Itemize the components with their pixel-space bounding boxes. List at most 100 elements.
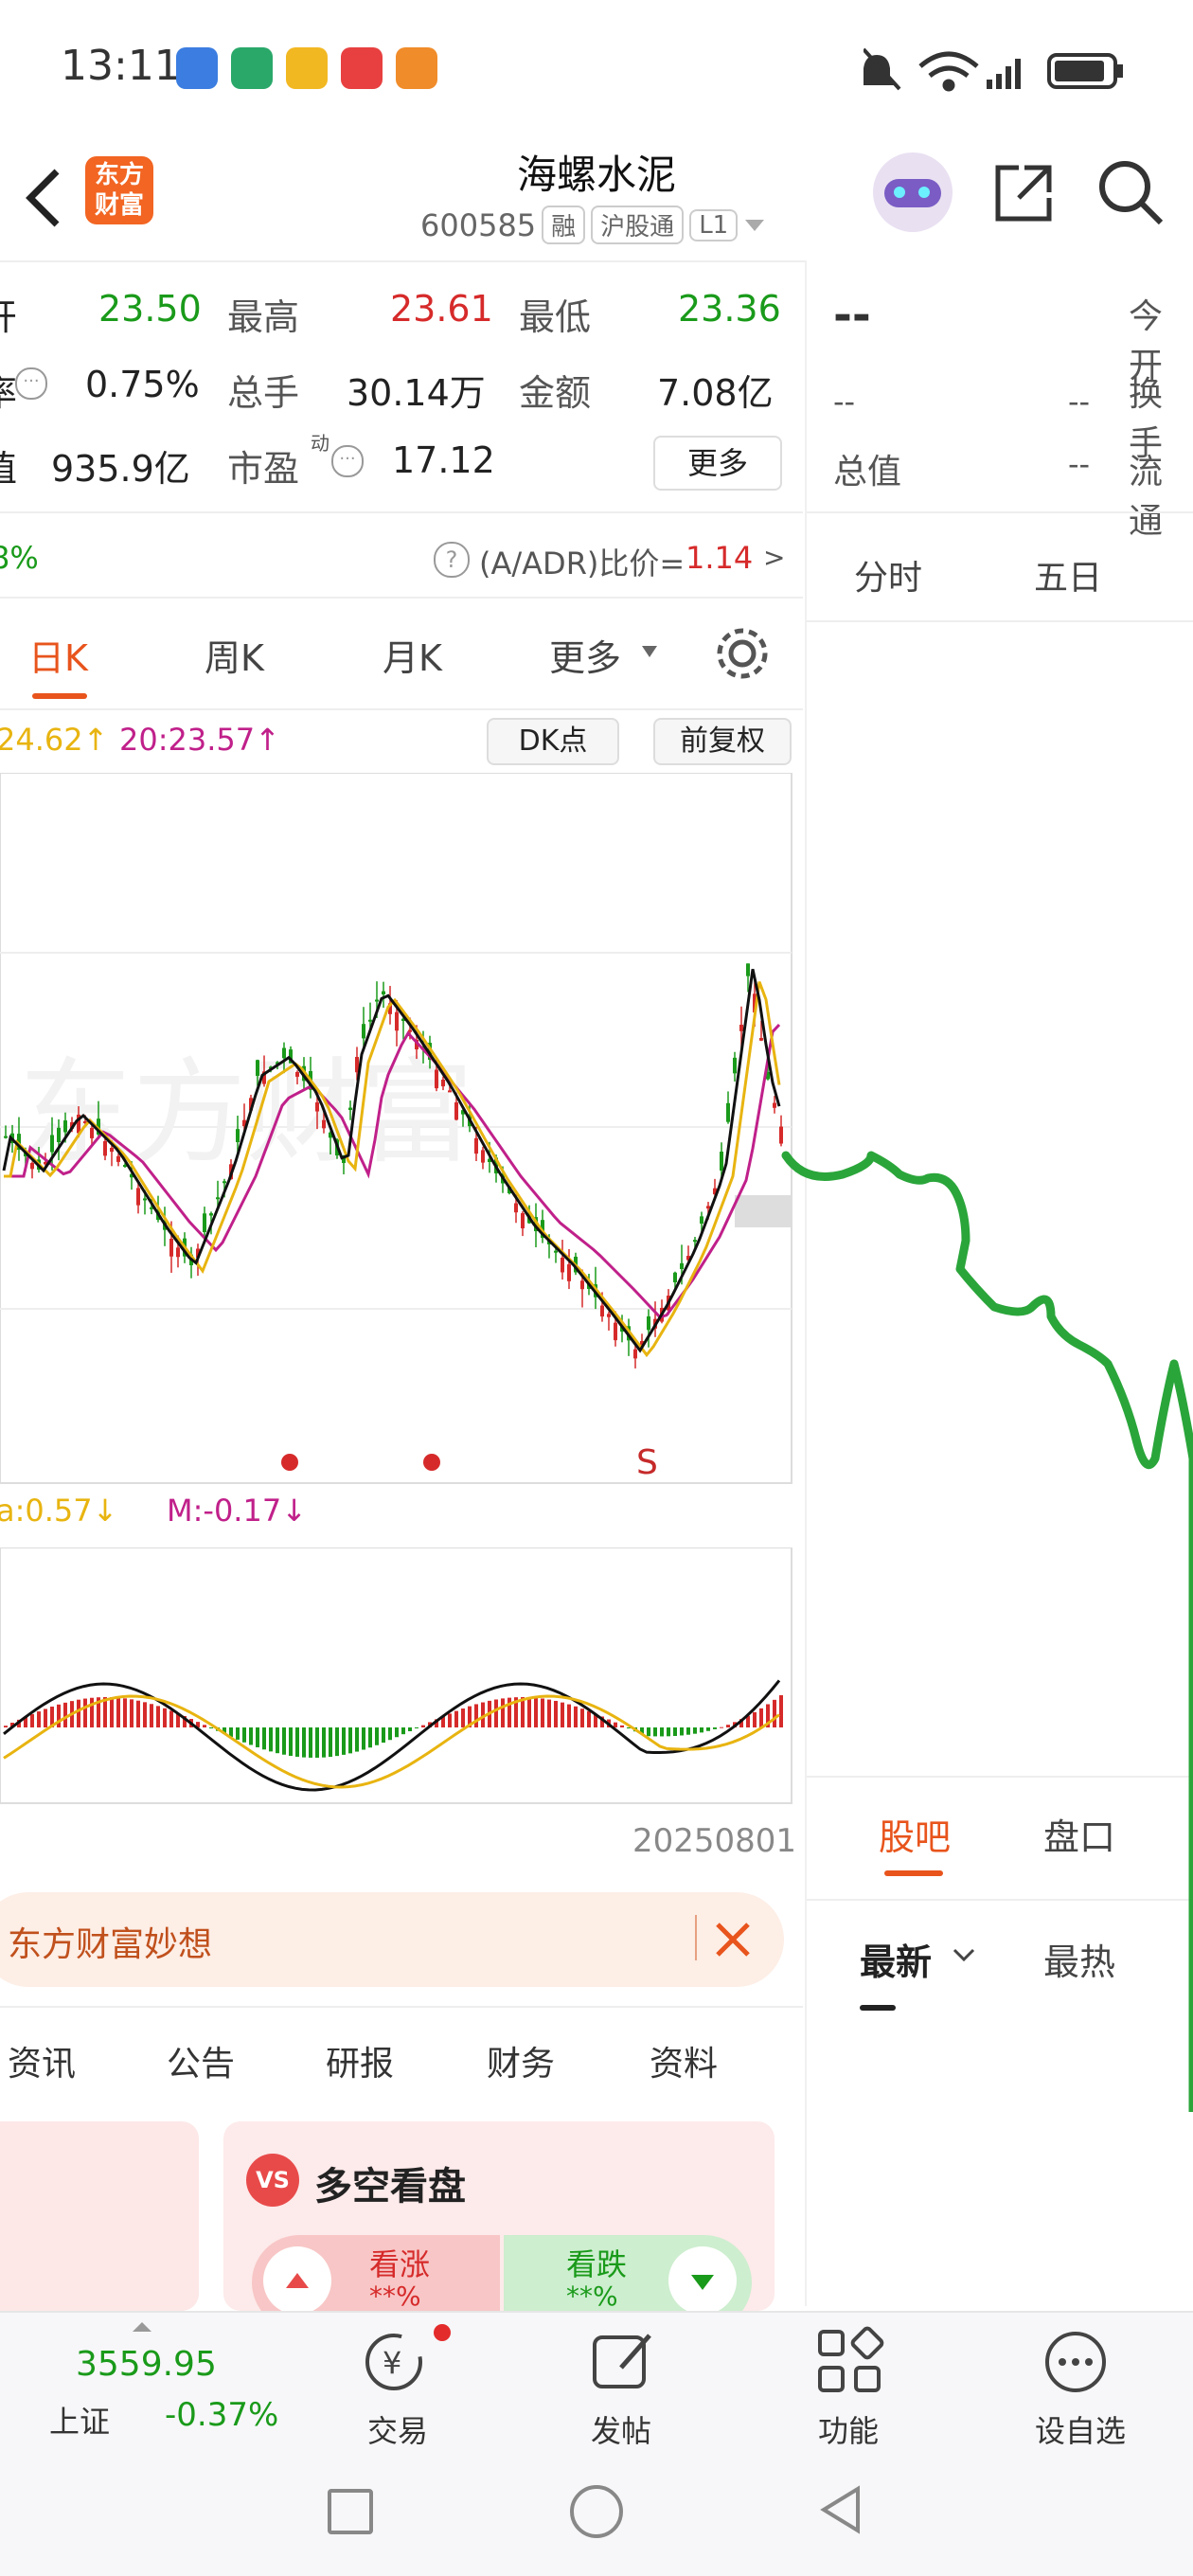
system-status-icons	[864, 47, 1123, 92]
chevron-right-icon[interactable]: >	[763, 542, 785, 573]
macd-bar	[401, 1727, 405, 1735]
status-bar: 13:11	[0, 0, 1193, 137]
nav-function[interactable]: 功能	[792, 2407, 905, 2451]
battery-icon	[1047, 53, 1123, 89]
candle-body	[633, 1349, 637, 1359]
tab-day-k[interactable]: 日K	[28, 629, 88, 681]
macd-bar	[329, 1727, 332, 1758]
function-grid-icon[interactable]	[814, 2326, 886, 2398]
nav-trade[interactable]: 交易	[341, 2407, 454, 2451]
app-header: 东方 财富 海螺水泥 600585 融 沪股通 L1	[0, 137, 1193, 260]
macd-bar	[209, 1727, 213, 1728]
signal-dot[interactable]	[423, 1454, 440, 1471]
share-icon[interactable]	[990, 160, 1057, 226]
candle-body	[4, 1136, 8, 1138]
macd-bar	[302, 1727, 306, 1758]
tab-intraday[interactable]: 分时	[854, 550, 922, 599]
dk-point-button[interactable]: DK点	[487, 718, 619, 765]
bull-button[interactable]: 看涨 **%	[252, 2235, 500, 2311]
adr-ratio-label[interactable]: (A/ADR)比价=	[479, 540, 685, 583]
macd-legend: a:0.57↓ M:-0.17↓	[0, 1493, 803, 1534]
macd-bar	[242, 1727, 246, 1743]
macd-bar	[461, 1708, 465, 1727]
market-cap-label: 值	[0, 439, 17, 492]
macd-bar	[647, 1727, 650, 1737]
nav-post[interactable]: 发帖	[564, 2407, 678, 2451]
tab-finance[interactable]: 财务	[487, 2036, 555, 2085]
macd-bar	[521, 1697, 525, 1727]
hand-drawn-annotation	[781, 1151, 1193, 2112]
tab-month-k[interactable]: 月K	[383, 629, 442, 681]
logo-line-1: 东方	[94, 161, 144, 189]
more-circle-icon[interactable]	[1040, 2326, 1112, 2398]
candle-body	[315, 1102, 319, 1112]
settings-gear-icon[interactable]	[712, 623, 773, 684]
candle-body	[435, 1069, 438, 1089]
macd-bar	[587, 1710, 591, 1727]
float-value-label: 流通	[1129, 453, 1164, 541]
eastmoney-logo[interactable]: 东方 财富	[85, 156, 153, 224]
tab-five-day[interactable]: 五日	[1034, 550, 1102, 599]
info-dots-icon[interactable]: ···	[331, 445, 364, 477]
adr-ratio-value[interactable]: 1.14	[686, 540, 753, 576]
recent-apps-icon[interactable]	[328, 2489, 373, 2534]
status-time: 13:11	[61, 42, 181, 90]
kline-chart[interactable]: 东方财富 S	[0, 773, 795, 1485]
dropdown-triangle-icon[interactable]	[640, 644, 659, 659]
home-icon[interactable]	[570, 2485, 623, 2538]
macd-bar	[256, 1727, 259, 1747]
search-icon[interactable]	[1095, 156, 1166, 228]
dropdown-triangle-icon[interactable]	[743, 216, 766, 235]
tab-announcements[interactable]: 公告	[167, 2036, 235, 2085]
macd-bar	[348, 1727, 352, 1754]
tab-week-k[interactable]: 周K	[205, 629, 264, 681]
macd-bar	[706, 1727, 710, 1731]
trade-icon[interactable]: ¥	[356, 2324, 451, 2400]
bull-bear-card[interactable]: VS 多空看盘 看涨 **% 看跌 **%	[223, 2121, 775, 2311]
volume-label: 总手	[227, 372, 300, 414]
nav-watchlist[interactable]: 设自选	[1019, 2407, 1142, 2451]
macd-bar	[110, 1697, 114, 1727]
sell-marker[interactable]: S	[636, 1443, 658, 1482]
macd-chart[interactable]	[0, 1547, 795, 1805]
index-change[interactable]: -0.37%	[165, 2396, 278, 2434]
pe-value: 17.12	[392, 439, 495, 481]
tab-news[interactable]: 资讯	[8, 2036, 76, 2085]
macd-bar	[37, 1711, 41, 1727]
macd-bar	[249, 1727, 253, 1745]
ai-assistant-avatar[interactable]	[873, 152, 953, 232]
signal-dot[interactable]	[281, 1454, 298, 1471]
candle-body	[726, 1102, 730, 1122]
macd-bar	[614, 1722, 617, 1727]
macd-bar	[236, 1727, 240, 1740]
close-icon[interactable]	[712, 1919, 754, 1960]
info-dots-icon[interactable]: ···	[15, 367, 47, 400]
macd-bar	[454, 1710, 458, 1727]
macd-bar	[753, 1711, 757, 1727]
macd-bar	[90, 1697, 94, 1727]
macd-bar	[713, 1727, 717, 1729]
help-icon[interactable]: ?	[434, 542, 470, 578]
compose-post-icon[interactable]	[587, 2326, 659, 2398]
back-triangle-icon[interactable]	[816, 2483, 865, 2536]
macd-bar	[667, 1727, 670, 1737]
macd-bar	[136, 1700, 140, 1727]
candle-body	[554, 1250, 558, 1253]
back-arrow-icon[interactable]	[19, 164, 66, 230]
index-name[interactable]: 上证	[49, 2398, 110, 2442]
candle-body	[673, 1272, 677, 1282]
macd-bar	[653, 1727, 657, 1737]
index-value[interactable]: 3559.95	[76, 2345, 217, 2384]
macd-bar	[561, 1702, 564, 1727]
candle-body	[50, 1135, 54, 1153]
tab-profile[interactable]: 资料	[650, 2036, 718, 2085]
low-label: 最低	[519, 296, 592, 338]
adjust-mode-button[interactable]: 前复权	[653, 718, 792, 765]
promo-card[interactable]	[0, 2121, 199, 2311]
tab-more[interactable]: 更多	[549, 629, 621, 681]
macd-bar	[726, 1725, 730, 1727]
bear-button[interactable]: 看跌 **%	[504, 2235, 752, 2311]
miaoxiang-banner[interactable]: 东方财富妙想	[0, 1892, 784, 1987]
tab-research[interactable]: 研报	[326, 2036, 394, 2085]
more-quote-button[interactable]: 更多	[653, 436, 782, 491]
